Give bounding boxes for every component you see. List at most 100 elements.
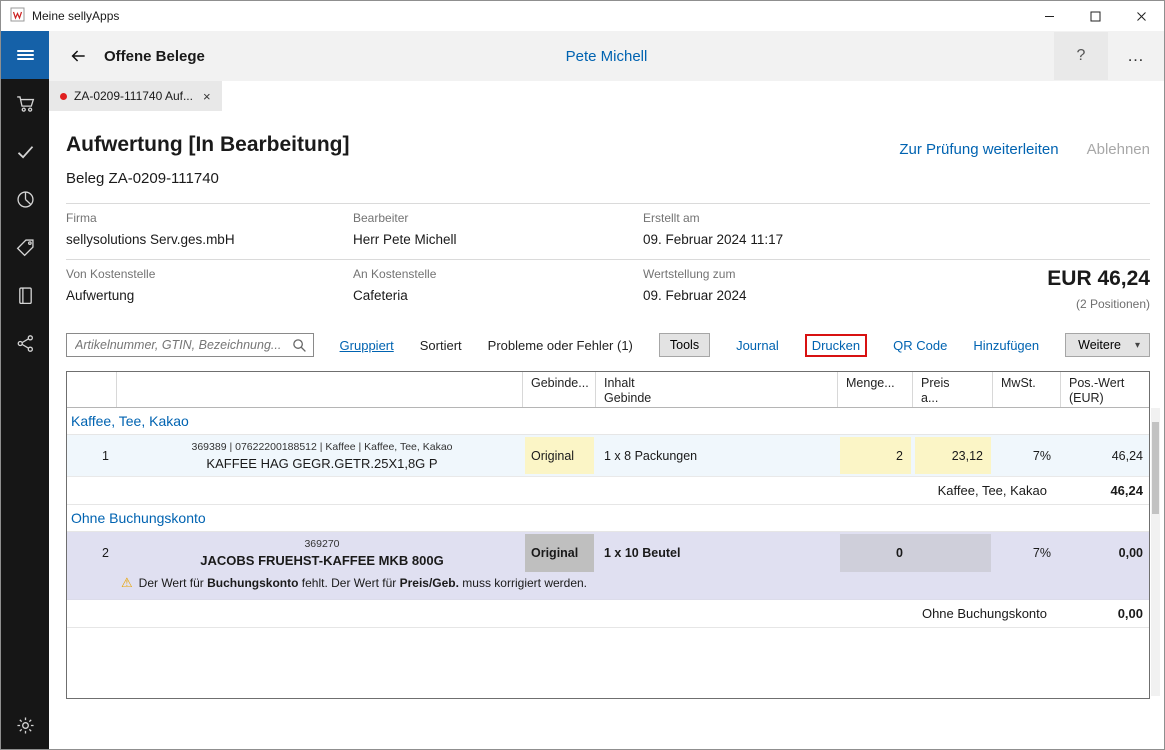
table-scrollbar[interactable]	[1151, 408, 1160, 696]
warning-icon: ⚠	[121, 575, 133, 591]
tag-icon	[15, 237, 36, 258]
table-header-row: Gebinde... Inhalt Gebinde Menge... Preis…	[67, 372, 1149, 408]
col-mwst[interactable]: MwSt.	[993, 372, 1061, 407]
search-icon[interactable]	[292, 338, 307, 353]
cell-mwst: 7%	[993, 532, 1061, 574]
more-button[interactable]: …	[1108, 32, 1164, 80]
minimize-button[interactable]	[1026, 1, 1072, 31]
tab-label: ZA-0209-111740 Auf...	[74, 89, 193, 103]
window-title: Meine sellyApps	[32, 9, 119, 23]
sorted-toggle[interactable]: Sortiert	[420, 338, 462, 353]
cell-menge-preis[interactable]: 0	[838, 532, 993, 574]
book-icon	[15, 285, 36, 306]
maximize-icon	[1090, 11, 1101, 22]
warning-text: Der Wert für Buchungskonto fehlt. Der We…	[139, 576, 587, 590]
app-header: Offene Belege Pete Michell ? …	[49, 31, 1164, 81]
cell-gebinde[interactable]: Original	[523, 532, 596, 574]
sidebar-item-share[interactable]	[1, 319, 49, 367]
document-total: EUR 46,24 (2 Positionen)	[933, 259, 1150, 323]
close-button[interactable]	[1118, 1, 1164, 31]
search-box	[66, 333, 314, 357]
menu-button[interactable]	[1, 31, 49, 79]
submit-review-link[interactable]: Zur Prüfung weiterleiten	[899, 141, 1058, 158]
cart-icon	[15, 93, 36, 114]
info-empty-cell	[933, 203, 1150, 259]
cell-gebinde[interactable]: Original	[523, 435, 596, 476]
field-erstellt-am: Erstellt am 09. Februar 2024 11:17	[643, 203, 933, 259]
help-button[interactable]: ?	[1054, 32, 1108, 80]
back-button[interactable]	[63, 46, 93, 66]
total-amount: EUR 46,24	[933, 267, 1150, 291]
tab-document[interactable]: ZA-0209-111740 Auf... ×	[49, 81, 222, 111]
toolbar: Gruppiert Sortiert Probleme oder Fehler …	[66, 333, 1150, 357]
cell-mwst: 7%	[993, 435, 1061, 476]
subtotal-row-kaffee: Kaffee, Tee, Kakao 46,24	[67, 477, 1149, 505]
cell-preis[interactable]: 23,12	[913, 435, 993, 476]
article-name: KAFFEE HAG GEGR.GETR.25X1,8G P	[206, 456, 437, 471]
scrollbar-thumb[interactable]	[1152, 422, 1159, 514]
grouped-toggle[interactable]: Gruppiert	[340, 338, 394, 353]
journal-link[interactable]: Journal	[736, 338, 779, 353]
reject-link[interactable]: Ablehnen	[1087, 141, 1150, 158]
gear-icon	[15, 715, 36, 736]
article-name: JACOBS FRUEHST-KAFFEE MKB 800G	[200, 553, 443, 568]
field-an-kostenstelle: An Kostenstelle Cafeteria	[353, 259, 643, 323]
sidebar-item-reports[interactable]	[1, 175, 49, 223]
subtotal-row-ohne-buchungskonto: Ohne Buchungskonto 0,00	[67, 600, 1149, 628]
col-gebinde[interactable]: Gebinde...	[523, 372, 596, 407]
pie-chart-icon	[15, 189, 36, 210]
minimize-icon	[1044, 11, 1055, 22]
sidebar-item-cart[interactable]	[1, 79, 49, 127]
field-bearbeiter: Bearbeiter Herr Pete Michell	[353, 203, 643, 259]
row-position: 2	[67, 532, 117, 574]
positions-table: Gebinde... Inhalt Gebinde Menge... Preis…	[66, 371, 1150, 699]
field-von-kostenstelle: Von Kostenstelle Aufwertung	[66, 259, 353, 323]
positions-count: (2 Positionen)	[933, 297, 1150, 311]
table-row-1[interactable]: 1 369389 | 07622200188512 | Kaffee | Kaf…	[67, 435, 1149, 477]
sidebar-item-articles[interactable]	[1, 223, 49, 271]
group-header-ohne-buchungskonto[interactable]: Ohne Buchungskonto	[67, 505, 1149, 532]
article-meta: 369270	[304, 538, 339, 550]
row-description: 369270 JACOBS FRUEHST-KAFFEE MKB 800G	[117, 532, 523, 574]
cell-menge[interactable]: 2	[838, 435, 913, 476]
cell-inhalt: 1 x 10 Beutel	[596, 532, 838, 574]
page-title: Offene Belege	[104, 48, 205, 65]
col-wert[interactable]: Pos.-Wert (EUR)	[1061, 372, 1149, 407]
tab-close-icon[interactable]: ×	[203, 89, 211, 104]
sidebar-item-journal[interactable]	[1, 271, 49, 319]
article-meta: 369389 | 07622200188512 | Kaffee | Kaffe…	[192, 441, 453, 453]
back-arrow-icon	[68, 46, 88, 66]
row-description: 369389 | 07622200188512 | Kaffee | Kaffe…	[117, 435, 523, 476]
qr-code-link[interactable]: QR Code	[893, 338, 947, 353]
hamburger-icon	[17, 48, 34, 62]
app-window: Meine sellyApps	[0, 0, 1165, 750]
col-menge[interactable]: Menge...	[838, 372, 913, 407]
add-link[interactable]: Hinzufügen	[973, 338, 1039, 353]
tools-button[interactable]: Tools	[659, 333, 710, 357]
document-title: Aufwertung [In Bearbeitung]	[66, 133, 349, 157]
problems-filter[interactable]: Probleme oder Fehler (1)	[488, 338, 633, 353]
table-row-2[interactable]: 2 369270 JACOBS FRUEHST-KAFFEE MKB 800G …	[67, 532, 1149, 600]
document-number: Beleg ZA-0209-111740	[66, 170, 349, 187]
maximize-button[interactable]	[1072, 1, 1118, 31]
print-link[interactable]: Drucken	[812, 338, 860, 353]
group-header-kaffee[interactable]: Kaffee, Tee, Kakao	[67, 408, 1149, 435]
col-preis[interactable]: Preis a...	[913, 372, 993, 407]
user-link[interactable]: Pete Michell	[566, 48, 648, 65]
cell-inhalt: 1 x 8 Packungen	[596, 435, 838, 476]
document-view: Aufwertung [In Bearbeitung] Beleg ZA-020…	[49, 111, 1164, 749]
cell-wert: 46,24	[1061, 435, 1149, 476]
sidebar-item-settings[interactable]	[1, 701, 49, 749]
sidebar-item-tasks[interactable]	[1, 127, 49, 175]
col-inhalt[interactable]: Inhalt Gebinde	[596, 372, 838, 407]
search-input[interactable]	[67, 338, 292, 352]
row-position: 1	[67, 435, 117, 476]
titlebar: Meine sellyApps	[1, 1, 1164, 31]
more-actions-button[interactable]: Weitere ▾	[1065, 333, 1150, 357]
print-highlight-box: Drucken	[805, 334, 867, 357]
close-icon	[1136, 11, 1147, 22]
tab-bar: ZA-0209-111740 Auf... ×	[49, 81, 1164, 111]
col-description	[117, 372, 523, 407]
field-firma: Firma sellysolutions Serv.ges.mbH	[66, 203, 353, 259]
check-icon	[15, 141, 36, 162]
